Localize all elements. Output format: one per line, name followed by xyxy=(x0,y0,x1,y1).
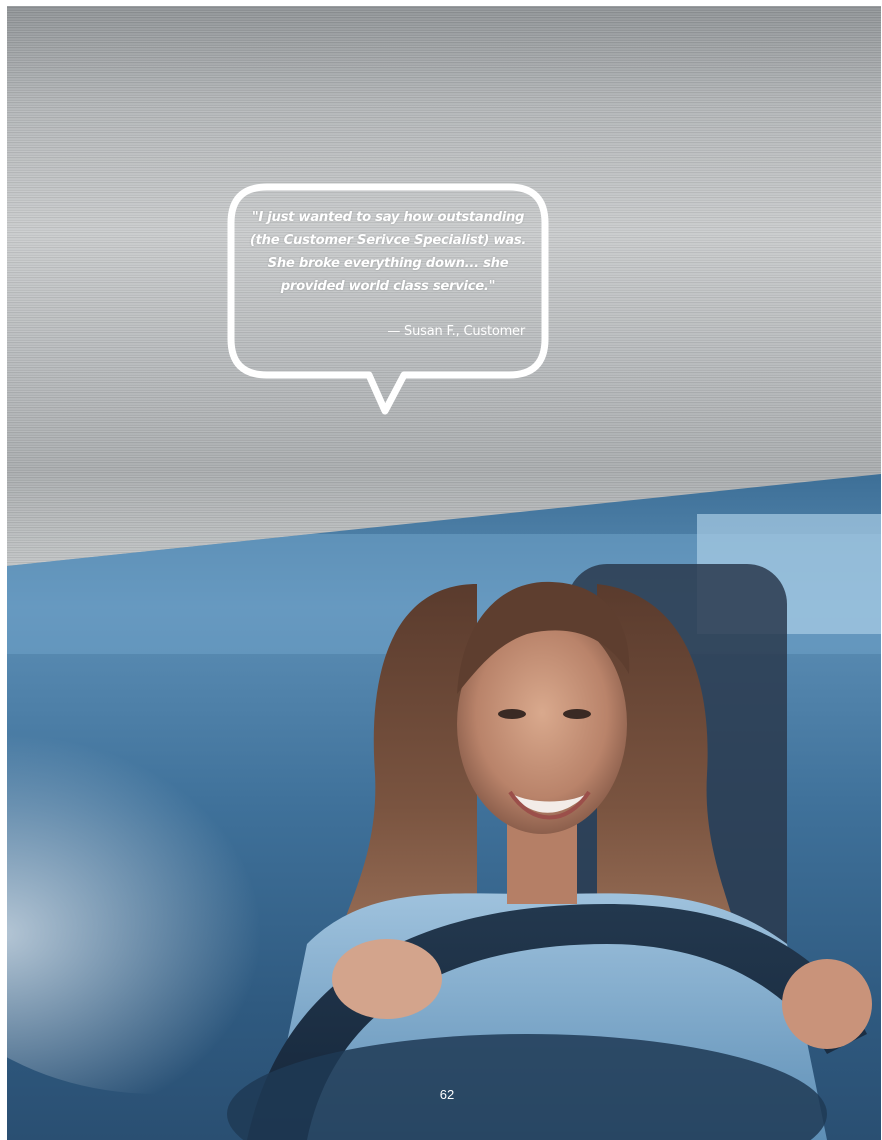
page-number: 62 xyxy=(439,1087,455,1102)
quote-line: provided world class service." xyxy=(280,279,496,294)
photo-illustration xyxy=(7,514,881,1140)
testimonial-quote: "I just wanted to say how outstanding (t… xyxy=(245,206,531,298)
testimonial-speech-bubble: "I just wanted to say how outstanding (t… xyxy=(227,183,549,415)
quote-line: "I just wanted to say how outstanding xyxy=(251,210,525,225)
quote-line: She broke everything down... she xyxy=(267,256,509,271)
brochure-page: "I just wanted to say how outstanding (t… xyxy=(0,0,882,1140)
driver-photo xyxy=(7,474,881,1140)
quote-line: (the Customer Serivce Specialist) was. xyxy=(249,233,527,248)
testimonial-attribution: — Susan F., Customer xyxy=(387,324,525,339)
